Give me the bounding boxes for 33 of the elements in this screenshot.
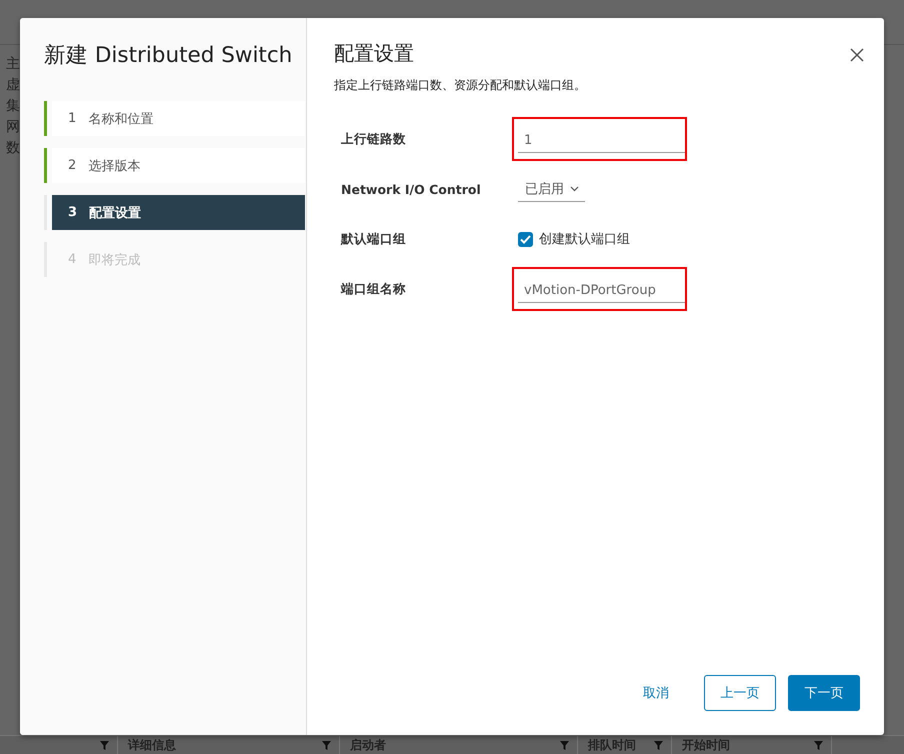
nav-item[interactable]: 主 (6, 55, 20, 73)
wizard-step[interactable]: 2 选择版本 (44, 148, 305, 183)
nav-item[interactable]: 集 (6, 97, 20, 115)
column-header: 启动者 (350, 736, 386, 754)
field-label: Network I/O Control (341, 182, 482, 196)
section-heading: 配置设置 (334, 40, 414, 67)
cancel-button[interactable]: 取消 (620, 675, 692, 711)
dropdown[interactable]: 已启用 (518, 176, 585, 202)
dialog-title: 新建 Distributed Switch (44, 42, 294, 69)
section-description: 指定上行链路端口数、资源分配和默认端口组。 (334, 77, 586, 94)
filter-icon[interactable] (100, 740, 109, 750)
nav-item[interactable]: 网 (6, 118, 20, 136)
wizard-step[interactable]: 1 名称和位置 (44, 101, 305, 136)
field-label: 默认端口组 (341, 230, 407, 248)
column-header: 详细信息 (128, 736, 176, 754)
nav-item[interactable]: 数 (6, 139, 20, 157)
checkbox-label[interactable]: 创建默认端口组 (539, 230, 630, 248)
filter-icon[interactable] (322, 740, 331, 750)
column-header: 排队时间 (588, 736, 636, 754)
filter-icon[interactable] (560, 740, 569, 750)
checkbox[interactable] (518, 232, 533, 246)
column-header: 开始时间 (682, 736, 730, 754)
next-button[interactable]: 下一页 (788, 675, 860, 711)
filter-icon[interactable] (814, 740, 823, 750)
field-label: 端口组名称 (341, 280, 407, 298)
wizard-step[interactable]: 3 配置设置 (44, 195, 305, 230)
field-label: 上行链路数 (341, 130, 407, 148)
nav-item[interactable]: 虚 (6, 76, 20, 94)
back-button[interactable]: 上一页 (704, 675, 776, 711)
chevron-down-icon (570, 186, 579, 192)
text-field[interactable]: vMotion-DPortGroup (518, 279, 685, 303)
text-field[interactable]: 1 (518, 129, 685, 153)
filter-icon[interactable] (654, 740, 663, 750)
